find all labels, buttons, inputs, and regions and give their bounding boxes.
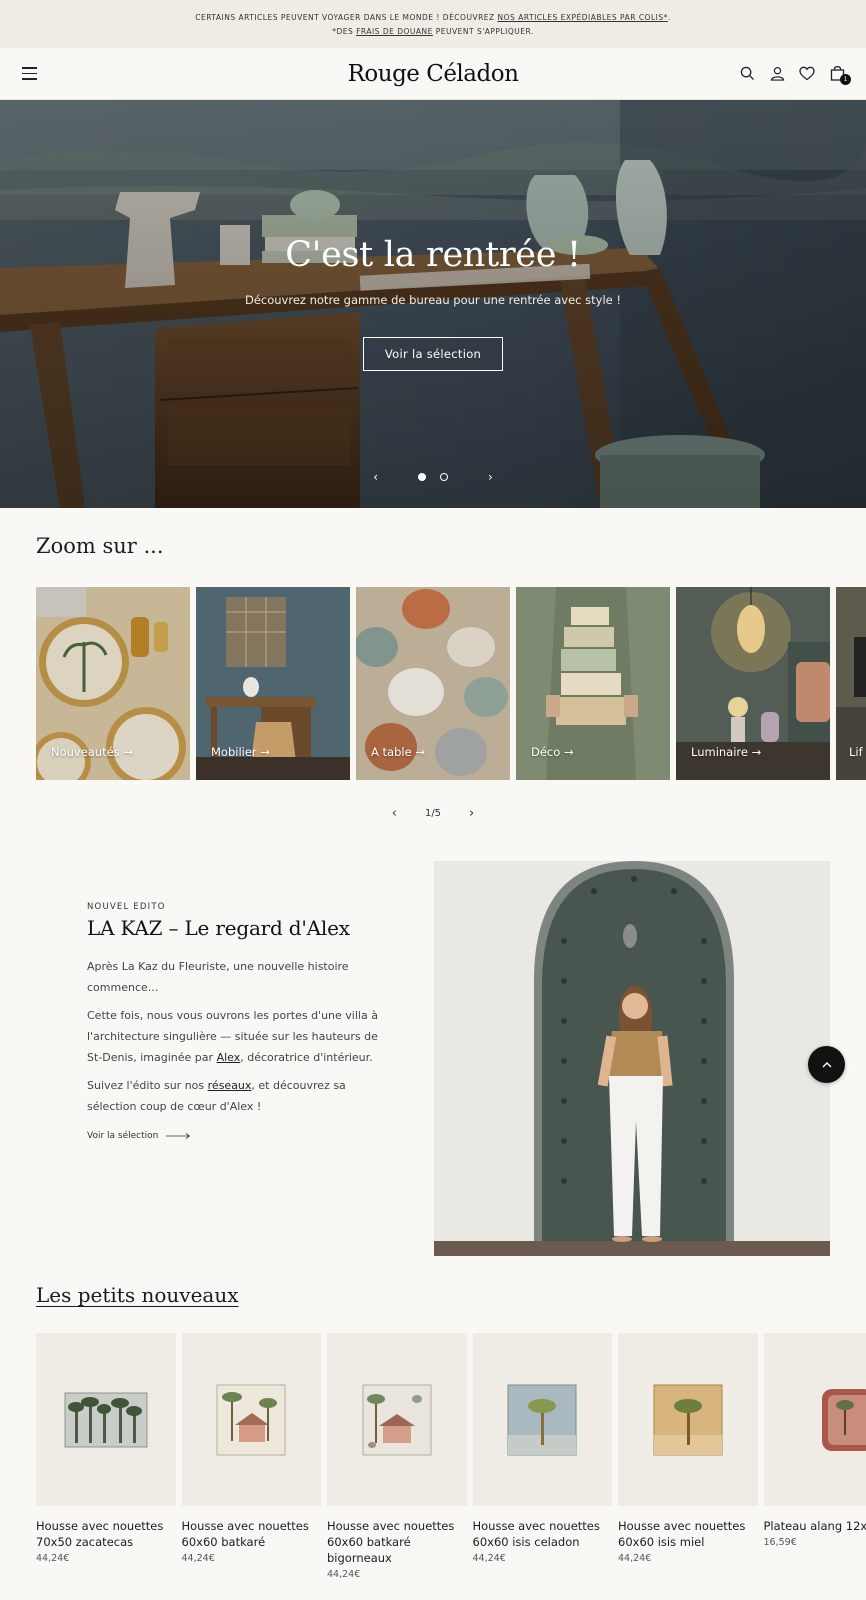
hero-title: C'est la rentrée ! [285,235,581,275]
zoom-next-icon[interactable]: › [469,806,474,821]
category-label: A table → [371,745,425,759]
edito-kicker: NOUVEL EDITO [87,902,166,912]
product-name: Plateau alang 12x15 [763,1519,866,1533]
edito-text: Suivez l'édito sur nos [87,1079,208,1092]
alex-link[interactable]: Alex [217,1051,241,1064]
product-image [181,1333,321,1506]
edito-paragraph-3: Suivez l'édito sur nos réseaux, et décou… [87,1075,387,1117]
announcement-text: PEUVENT S'APPLIQUER. [432,27,534,36]
new-products-title[interactable]: Les petits nouveaux [36,1283,239,1307]
product-price: 44,24€ [472,1553,506,1564]
category-card-lifestyle[interactable]: Lif [836,587,866,780]
product-price: 44,24€ [36,1553,70,1564]
social-networks-link[interactable]: réseaux [208,1079,252,1092]
announcement-bar: CERTAINS ARTICLES PEUVENT VOYAGER DANS L… [0,0,866,48]
edito-selection-link[interactable]: Voir la sélection [87,1131,387,1141]
category-card-mobilier[interactable]: Mobilier → [196,587,350,780]
zoom-prev-icon[interactable]: ‹ [392,806,397,821]
product-name: Housse avec nouettes 60x60 isis miel [618,1519,746,1549]
category-card-nouveautes[interactable]: Nouveautés → [36,587,190,780]
heart-icon[interactable] [798,64,816,82]
site-logo[interactable]: Rouge Céladon [0,61,866,87]
back-to-top-button[interactable] [808,1046,845,1083]
product-price: 16,59€ [763,1537,797,1548]
new-products-carousel: Housse avec nouettes 70x50 zacatecas 44,… [36,1333,866,1580]
announcement-text: *DES [332,27,357,36]
product-card[interactable]: Housse avec nouettes 60x60 batkaré bigor… [327,1333,467,1580]
header-icons: 1 [738,64,851,85]
product-image [763,1333,866,1506]
announcement-line-1: CERTAINS ARTICLES PEUVENT VOYAGER DANS L… [0,11,866,25]
product-image [327,1333,467,1506]
category-label: Mobilier → [211,745,270,759]
edito-block: NOUVEL EDITO LA KAZ – Le regard d'Alex A… [87,902,387,1141]
edito-text: , décoratrice d'intérieur. [240,1051,373,1064]
product-card[interactable]: Housse avec nouettes 60x60 isis miel 44,… [618,1333,758,1580]
shippable-items-link[interactable]: NOS ARTICLES EXPÉDIABLES PAR COLIS* [498,13,668,22]
chevron-up-icon [822,1062,831,1068]
hero-content: C'est la rentrée ! Découvrez notre gamme… [0,235,866,371]
product-card[interactable]: Plateau alang 12x15 16,59€ [763,1333,866,1580]
cart-count-badge: 1 [840,74,851,85]
cart-icon[interactable]: 1 [828,64,851,85]
account-icon[interactable] [768,64,786,82]
product-name: Housse avec nouettes 60x60 batkaré bigor… [327,1519,455,1565]
hero-subtitle: Découvrez notre gamme de bureau pour une… [244,293,621,307]
edito-title: LA KAZ – Le regard d'Alex [87,916,350,940]
search-icon[interactable] [738,64,756,82]
edito-image [434,861,830,1256]
category-label: Lif [849,745,863,759]
category-card-luminaire[interactable]: Luminaire → [676,587,830,780]
product-image [472,1333,612,1506]
product-card[interactable]: Housse avec nouettes 60x60 isis celadon … [472,1333,612,1580]
edito-paragraph-1: Après La Kaz du Fleuriste, une nouvelle … [87,960,349,994]
category-label: Luminaire → [691,745,762,759]
hero-slider-controls: ‹ › [0,470,866,484]
announcement-text: CERTAINS ARTICLES PEUVENT VOYAGER DANS L… [195,13,498,22]
product-price: 44,24€ [181,1553,215,1564]
announcement-line-2: *DES FRAIS DE DOUANE PEUVENT S'APPLIQUER… [0,25,866,39]
category-label: Nouveautés → [51,745,134,759]
category-label: Déco → [531,745,574,759]
product-image [618,1333,758,1506]
product-price: 44,24€ [327,1569,361,1580]
zoom-section-title: Zoom sur ... [36,534,164,558]
product-price: 44,24€ [618,1553,652,1564]
customs-fees-link[interactable]: FRAIS DE DOUANE [356,27,433,36]
site-header: Rouge Céladon 1 [0,48,866,100]
zoom-pager-count: 1/5 [424,808,442,819]
product-card[interactable]: Housse avec nouettes 70x50 zacatecas 44,… [36,1333,176,1580]
hero-slide-dot-1[interactable] [418,473,426,481]
product-name: Housse avec nouettes 60x60 batkaré [181,1519,309,1549]
product-card[interactable]: Housse avec nouettes 60x60 batkaré 44,24… [181,1333,321,1580]
edito-paragraph-2: Cette fois, nous vous ouvrons les portes… [87,1005,387,1068]
hero-next-icon[interactable]: › [488,470,493,484]
hero-banner: C'est la rentrée ! Découvrez notre gamme… [0,100,866,508]
zoom-pager: ‹ 1/5 › [0,806,866,821]
hero-slide-dot-2[interactable] [440,473,448,481]
category-card-a-table[interactable]: A table → [356,587,510,780]
zoom-carousel: Nouveautés → Mobilier → A table → Déco →… [36,587,866,780]
hero-prev-icon[interactable]: ‹ [373,470,378,484]
product-name: Housse avec nouettes 60x60 isis celadon [472,1519,600,1549]
product-name: Housse avec nouettes 70x50 zacatecas [36,1519,164,1549]
product-image [36,1333,176,1506]
edito-link-label: Voir la sélection [87,1131,159,1141]
long-arrow-icon [166,1133,191,1139]
announcement-text: . [667,13,671,22]
category-card-deco[interactable]: Déco → [516,587,670,780]
hero-cta-button[interactable]: Voir la sélection [362,337,504,371]
